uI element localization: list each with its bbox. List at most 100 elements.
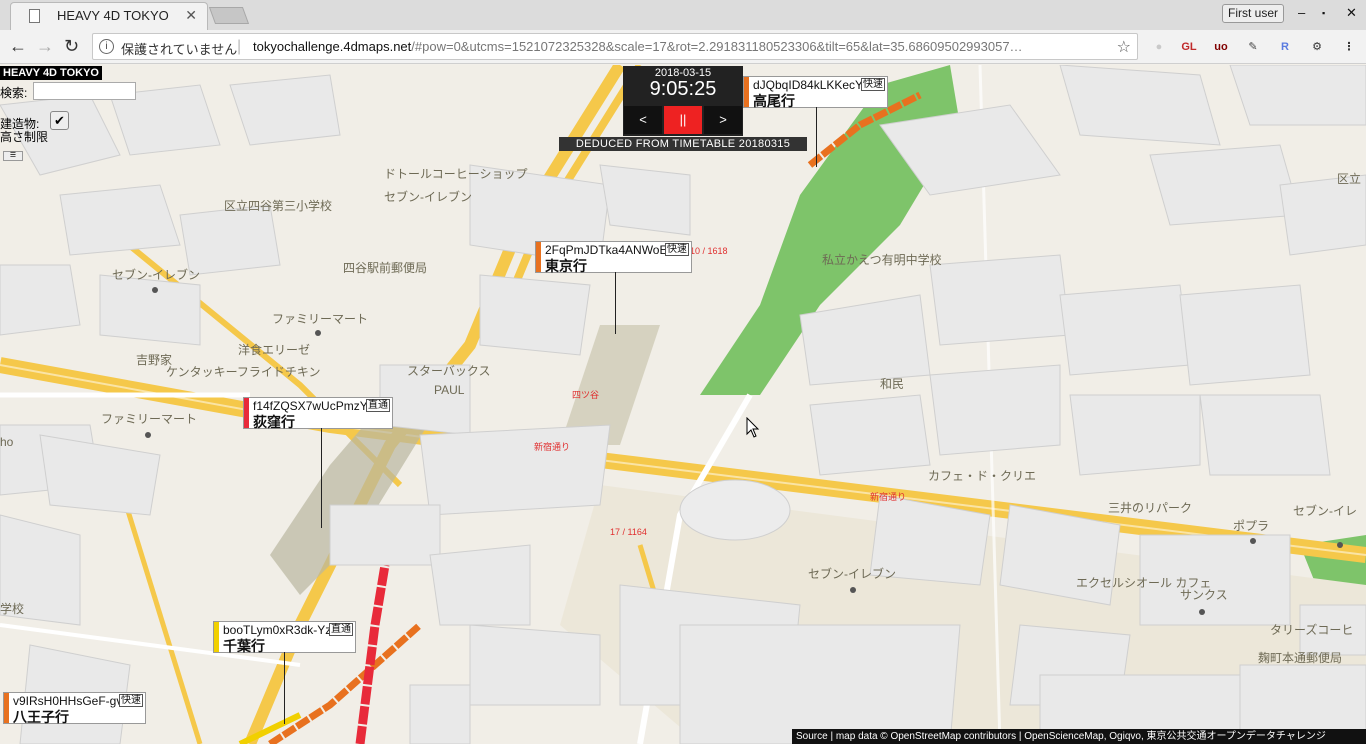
pause-button[interactable]: || xyxy=(664,106,702,134)
tab-title: HEAVY 4D TOKYO xyxy=(57,8,169,23)
label-kojimachi-post: 麹町本通郵便局 xyxy=(1258,651,1343,665)
bookmark-star-icon[interactable]: ☆ xyxy=(1117,37,1131,57)
address-bar[interactable]: i 保護されていません | tokyochallenge.4dmaps.net/… xyxy=(92,33,1138,60)
line-color-bar xyxy=(536,242,541,272)
url-text[interactable]: tokyochallenge.4dmaps.net/#pow=0&utcms=1… xyxy=(253,39,1113,54)
label-shinjuku-dori-1: 新宿通り xyxy=(534,442,571,452)
train-type-badge: 快速 xyxy=(665,243,689,256)
current-time: 9:05:25 xyxy=(649,78,717,100)
train-label-ogikubo[interactable]: f14fZQSX7wUcPmzY 荻窪行 直通 xyxy=(243,397,393,528)
label-road-num-1: 17 / 1164 xyxy=(610,527,647,537)
maximize-icon[interactable]: ▪ xyxy=(1322,8,1325,18)
label-mitsui: 三井のリパーク xyxy=(1108,501,1193,515)
map-canvas[interactable]: ドトールコーヒーショップ セブン-イレブン 区立四谷第三小学校 セブン-イレブン 四谷駅… xyxy=(0,65,1366,744)
label-poplar: ポプラ xyxy=(1233,519,1270,533)
train-destination: 荻窪行 xyxy=(253,414,295,430)
profile-button[interactable]: First user xyxy=(1222,4,1285,23)
divider: | xyxy=(237,38,242,55)
label-paul: PAUL xyxy=(434,383,465,397)
ext-r-icon[interactable]: R xyxy=(1276,38,1294,56)
train-label-tokyo[interactable]: 2FqPmJDTka4ANWoE 東京行 快速 xyxy=(535,241,692,334)
info-icon[interactable]: i xyxy=(99,39,114,54)
label-school-left: 学校 xyxy=(0,602,25,616)
train-label-hachioji[interactable]: v9IRsH0HHsGeF-gv 八王子行 快速 xyxy=(3,692,146,725)
leader-line xyxy=(816,107,817,167)
label-familymart-1: ファミリーマート xyxy=(272,312,369,326)
label-kfc: ケンタッキーフライドチキン xyxy=(166,365,321,379)
page-icon xyxy=(29,9,40,23)
tab-strip: HEAVY 4D TOKYO ✕ First user ‒ ▪ ✕ xyxy=(0,0,1366,30)
train-type-badge: 直通 xyxy=(366,399,390,412)
search-label: 検索: xyxy=(0,86,28,100)
leader-line xyxy=(615,272,616,334)
label-yotsuya-station: 四ツ谷 xyxy=(572,390,600,400)
label-sankus: サンクス xyxy=(1180,588,1228,602)
time-forward-button[interactable]: > xyxy=(704,106,742,134)
train-destination: 高尾行 xyxy=(753,93,795,109)
back-icon[interactable]: ← xyxy=(9,36,27,57)
line-color-bar xyxy=(744,77,749,107)
attribution-bar: Source | map data © OpenStreetMap contri… xyxy=(792,729,1366,744)
tab-close-icon[interactable]: ✕ xyxy=(185,7,197,24)
label-seven-1: セブン-イレブン xyxy=(384,190,472,204)
label-tullys: タリーズコーヒ xyxy=(1270,623,1354,637)
label-ho: ho xyxy=(0,435,14,449)
label-yotsuya-school: 区立四谷第三小学校 xyxy=(224,199,333,213)
reload-icon[interactable]: ↻ xyxy=(64,36,79,57)
ext-ublock-icon[interactable]: uo xyxy=(1212,38,1230,56)
url-host: tokyochallenge.4dmaps.net xyxy=(253,39,412,54)
train-id: v9IRsH0HHsGeF-gv xyxy=(13,694,123,708)
label-shinjuku-dori-2: 新宿通り xyxy=(870,492,907,502)
ext-menu-icon[interactable]: ⋮ xyxy=(1340,38,1358,56)
train-label-takao[interactable]: dJQbqID84kLKKecY 高尾行 快速 xyxy=(743,76,888,167)
menu-icon[interactable]: ☰ xyxy=(3,151,23,161)
url-path: /#pow=0&utcms=1521072325328&scale=17&rot… xyxy=(411,39,1023,54)
time-control-panel: 2018-03-15 9:05:25 < || > xyxy=(623,66,743,136)
ext-grey-icon[interactable]: ● xyxy=(1150,38,1168,56)
label-kuritsu: 区立 xyxy=(1337,172,1362,186)
label-post: 四谷駅前郵便局 xyxy=(343,261,428,275)
train-id: booTLym0xR3dk-Yz xyxy=(223,623,332,637)
ext-gl-icon[interactable]: GL xyxy=(1180,38,1198,56)
leader-line xyxy=(321,428,322,528)
building-height-checkbox[interactable]: ✔ xyxy=(50,111,69,130)
tab-active[interactable]: HEAVY 4D TOKYO ✕ xyxy=(10,2,208,30)
train-id: 2FqPmJDTka4ANWoE xyxy=(545,243,668,257)
label-seven-2: セブン-イレブン xyxy=(112,268,200,282)
label-road-num-2: 10 / 1618 xyxy=(690,246,728,256)
map-graphics xyxy=(0,65,1366,744)
label-kaetsu: 私立かえつ有明中学校 xyxy=(822,253,942,267)
train-id: dJQbqID84kLKKecY xyxy=(753,78,864,92)
label-familymart-2: ファミリーマート xyxy=(101,412,198,426)
minimize-icon[interactable]: ‒ xyxy=(1298,5,1305,20)
label-cafe-crie: カフェ・ド・クリエ xyxy=(928,469,1037,483)
train-type-badge: 快速 xyxy=(861,78,885,91)
train-destination: 八王子行 xyxy=(13,709,69,725)
train-destination: 東京行 xyxy=(545,258,587,274)
label-seven-3: セブン-イレ xyxy=(1293,504,1357,518)
label-starbucks: スターバックス xyxy=(407,364,491,378)
label-wamin: 和民 xyxy=(880,377,905,391)
line-color-bar xyxy=(244,398,249,428)
label-seven-4: セブン-イレブン xyxy=(808,567,896,581)
label-doutor: ドトールコーヒーショップ xyxy=(384,167,528,181)
train-label-chiba[interactable]: booTLym0xR3dk-Yz 千葉行 直通 xyxy=(213,621,356,724)
label-youshoku: 洋食エリーゼ xyxy=(238,343,311,357)
timetable-source-banner: DEDUCED FROM TIMETABLE 20180315 xyxy=(559,137,807,151)
ext-eyedropper-icon[interactable]: ✎ xyxy=(1244,38,1262,56)
window-close-icon[interactable]: ✕ xyxy=(1346,5,1357,21)
ext-tool-icon[interactable]: ⚙ xyxy=(1308,38,1326,56)
leader-line xyxy=(284,652,285,724)
train-destination: 千葉行 xyxy=(223,638,265,654)
new-tab-button[interactable] xyxy=(208,7,250,24)
mouse-cursor-icon xyxy=(746,417,760,438)
forward-icon[interactable]: → xyxy=(36,36,54,57)
line-color-bar xyxy=(4,693,9,723)
app-title: HEAVY 4D TOKYO xyxy=(0,66,102,80)
line-color-bar xyxy=(214,622,219,652)
time-back-button[interactable]: < xyxy=(624,106,662,134)
security-status: 保護されていません xyxy=(121,42,238,57)
train-type-badge: 直通 xyxy=(329,623,353,636)
train-type-badge: 快速 xyxy=(119,694,143,707)
search-input[interactable] xyxy=(33,82,136,100)
